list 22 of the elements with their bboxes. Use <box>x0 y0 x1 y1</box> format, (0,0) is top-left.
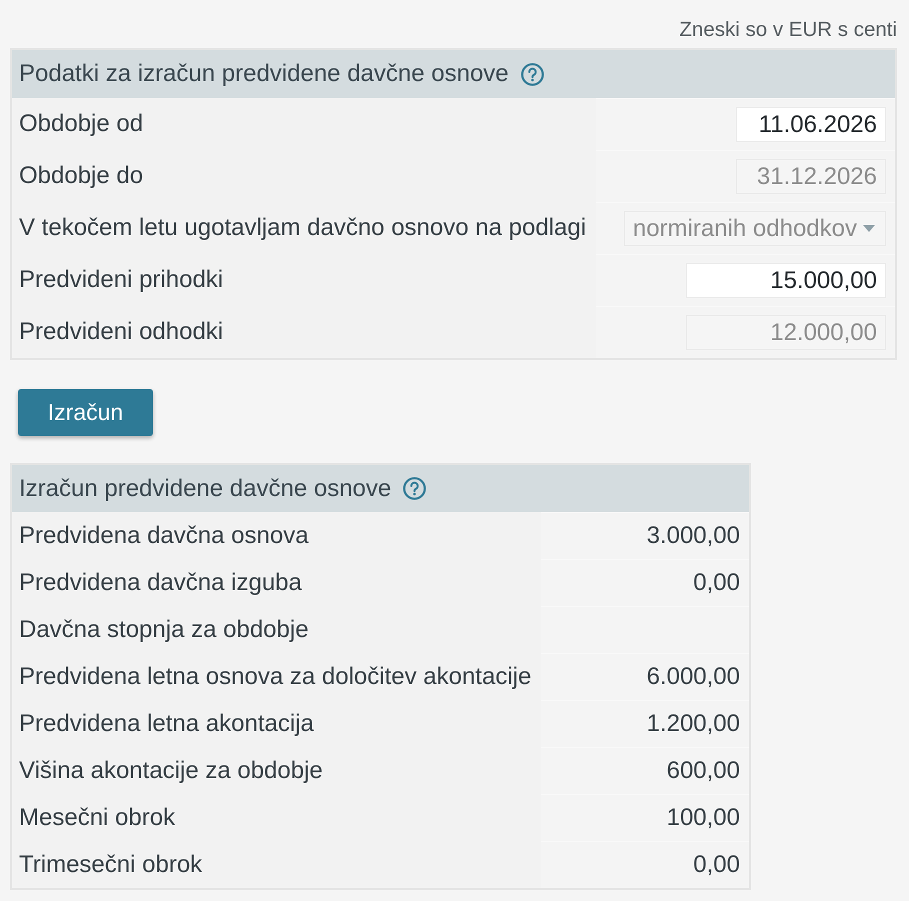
help-icon[interactable] <box>520 62 544 86</box>
result-label: Predvidena davčna izguba <box>18 568 303 598</box>
caret-icon <box>863 225 875 232</box>
date-field[interactable]: 11.06.2026 <box>736 107 886 142</box>
field-label: Obdobje do <box>18 161 144 191</box>
result-label: Predvidena letna akontacija <box>18 708 315 738</box>
field-label: Obdobje od <box>18 109 144 139</box>
panel-title: Podatki za izračun predvidene davčne osnove <box>19 60 509 88</box>
result-label: Davčna stopnja za obdobje <box>18 614 310 644</box>
field-label: Predvideni odhodki <box>18 317 224 347</box>
result-label: Predvidena letna osnova za določitev akontacije <box>18 662 532 692</box>
field-label: V tekočem letu ugotavljam davčno osnovo na podlagi <box>18 213 588 243</box>
result-label: Višina akontacije za obdobje <box>18 756 324 786</box>
amount-field[interactable]: 15.000,00 <box>686 263 886 298</box>
help-icon[interactable] <box>403 477 426 500</box>
result-label: Trimesečni obrok <box>18 850 204 880</box>
field-label: Predvideni prihodki <box>18 265 224 295</box>
result-label: Predvidena davčna osnova <box>18 520 310 550</box>
panel-title: Izračun predvidene davčne osnove <box>19 474 392 502</box>
currency-note: Zneski so v EUR s centi <box>679 18 897 42</box>
calculate-button[interactable]: Izračun <box>18 389 153 436</box>
result-label: Mesečni obrok <box>18 802 176 832</box>
